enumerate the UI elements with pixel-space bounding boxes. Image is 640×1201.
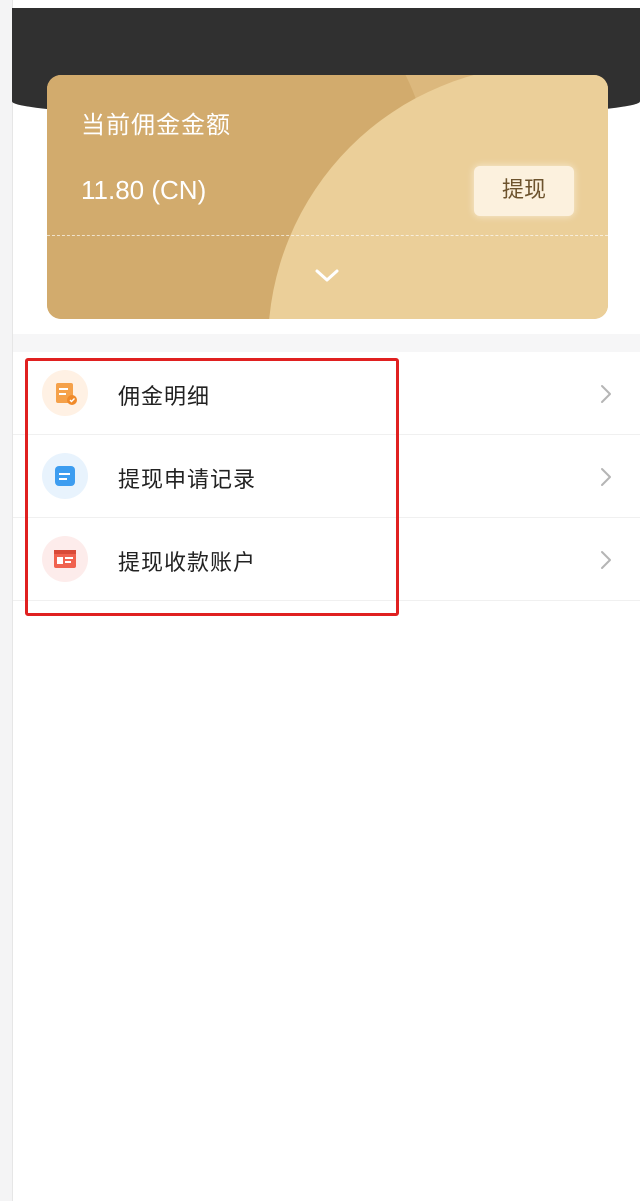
commission-card: 当前佣金金额 11.80 (CN) 提现 [47,75,608,319]
withdraw-record-icon [42,453,88,499]
commission-title: 当前佣金金额 [81,111,231,139]
left-edge-strip [0,0,12,1201]
section-separator [13,334,640,352]
chevron-right-icon [600,550,612,570]
menu-item-commission-detail[interactable]: 佣金明细 [13,352,640,435]
commission-detail-icon [42,370,88,416]
menu-item-payee-account[interactable]: 提现收款账户 [13,518,640,601]
commission-amount: 11.80 (CN) [81,175,207,205]
page: 当前佣金金额 11.80 (CN) 提现 佣金明细 提现申请记录 提现收款账户 [0,0,640,1201]
menu-item-label: 提现申请记录 [118,468,257,493]
card-dashed-divider [47,235,608,236]
chevron-right-icon [600,384,612,404]
chevron-down-icon[interactable] [314,265,340,287]
withdraw-button[interactable]: 提现 [474,166,574,216]
menu-item-label: 佣金明细 [118,385,211,410]
commission-menu: 佣金明细 提现申请记录 提现收款账户 [13,352,640,601]
menu-item-withdraw-record[interactable]: 提现申请记录 [13,435,640,518]
chevron-right-icon [600,467,612,487]
menu-item-label: 提现收款账户 [118,551,257,576]
payee-account-icon [42,536,88,582]
